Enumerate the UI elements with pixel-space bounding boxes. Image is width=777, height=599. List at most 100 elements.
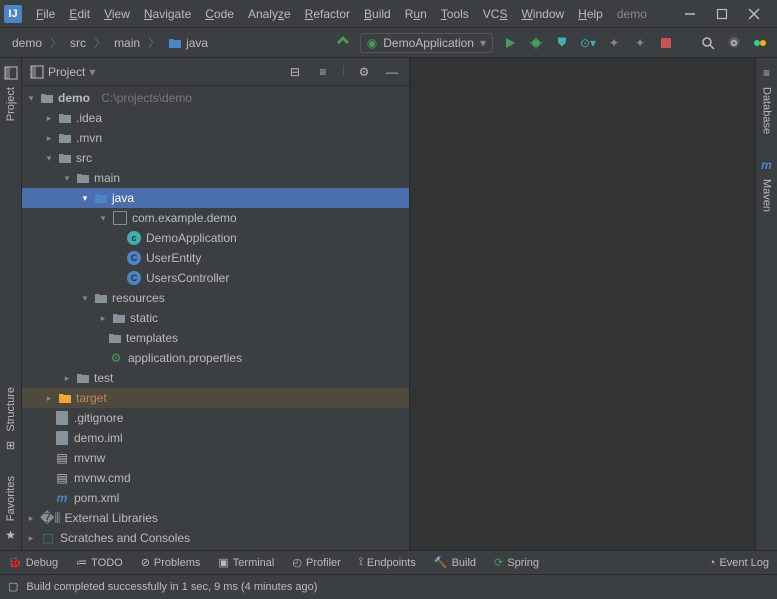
tab-problems[interactable]: ⊘Problems (141, 556, 201, 569)
ide-icon[interactable] (751, 34, 769, 52)
menu-build[interactable]: Build (358, 4, 397, 24)
tree-node[interactable]: CUserEntity (22, 248, 409, 268)
menu-analyze[interactable]: Analyze (242, 4, 297, 24)
endpoints-icon: ⟟ (359, 556, 363, 569)
editor-area (410, 58, 755, 550)
tree-node[interactable]: ▾com.example.demo (22, 208, 409, 228)
tree-node[interactable]: ▾resources (22, 288, 409, 308)
tree-node-scratches[interactable]: ▸⬚Scratches and Consoles (22, 528, 409, 548)
tree-node[interactable]: ▸.idea (22, 108, 409, 128)
structure-tab-icon: ⊞ (6, 439, 15, 452)
warning-icon: ⊘ (141, 556, 150, 569)
project-tab-icon (4, 66, 18, 80)
breadcrumb-item[interactable]: demo (8, 34, 46, 52)
tab-database[interactable]: Database (759, 83, 775, 138)
run-config-selector[interactable]: ◉ DemoApplication ▾ (360, 33, 493, 53)
tree-node[interactable]: ▸target (22, 388, 409, 408)
tree-node[interactable]: templates (22, 328, 409, 348)
tree-node[interactable]: ▸static (22, 308, 409, 328)
hide-icon[interactable]: — (383, 63, 401, 81)
tree-node[interactable]: .gitignore (22, 408, 409, 428)
panel-header: Project ▾ ⊟ ≡ | ⚙ — (22, 58, 409, 86)
run-anything-button[interactable]: ✦ (631, 34, 649, 52)
menu-vcs[interactable]: VCS (477, 4, 514, 24)
close-button[interactable] (747, 7, 761, 21)
search-button[interactable] (699, 34, 717, 52)
run-button[interactable] (501, 34, 519, 52)
tab-debug[interactable]: 🐞Debug (8, 556, 58, 569)
tree-node[interactable]: ▤mvnw (22, 448, 409, 468)
breadcrumb-item[interactable]: src (66, 34, 90, 52)
tab-todo[interactable]: ≔TODO (76, 556, 123, 569)
tab-spring[interactable]: ⟳Spring (494, 556, 539, 569)
menu-help[interactable]: Help (572, 4, 609, 24)
profiler-icon: ◴ (292, 556, 302, 569)
status-bar: ▢ Build completed successfully in 1 sec,… (0, 574, 777, 598)
menu-navigate[interactable]: Navigate (138, 4, 197, 24)
tree-node-libraries[interactable]: ▸�⦀External Libraries (22, 508, 409, 528)
tab-favorites[interactable]: Favorites (3, 472, 19, 525)
gear-icon[interactable]: ⚙ (355, 63, 373, 81)
tab-structure[interactable]: Structure (3, 383, 19, 436)
tab-maven[interactable]: Maven (759, 175, 775, 216)
panel-toolbar: ⊟ ≡ | ⚙ — (286, 63, 401, 81)
project-tool-window: Project ▾ ⊟ ≡ | ⚙ — ▾demo C:\projects\de… (22, 58, 410, 550)
profiler-button[interactable]: ⊙▾ (579, 34, 597, 52)
tree-node[interactable]: ▤mvnw.cmd (22, 468, 409, 488)
chevron-down-icon: ▾ (480, 36, 486, 50)
class-icon: C (126, 270, 142, 286)
breadcrumb-item[interactable]: java (164, 34, 212, 52)
project-tree[interactable]: ▾demo C:\projects\demo ▸.idea ▸.mvn ▾src… (22, 86, 409, 550)
class-icon: c (126, 230, 142, 246)
debug-button[interactable] (527, 34, 545, 52)
tab-event-log[interactable]: ◔Event Log (709, 557, 769, 569)
build-icon[interactable] (334, 34, 352, 52)
window-title: demo (611, 4, 653, 24)
title-bar: IJ File Edit View Navigate Code Analyze … (0, 0, 777, 28)
menu-run[interactable]: Run (399, 4, 433, 24)
tree-node[interactable]: ▸.mvn (22, 128, 409, 148)
properties-icon: ⚙ (108, 350, 124, 366)
hammer-icon: 🔨 (434, 556, 448, 569)
breadcrumb: demo 〉 src 〉 main 〉 java (8, 34, 212, 52)
menu-file[interactable]: File (30, 4, 61, 24)
expand-all-icon[interactable]: ≡ (314, 63, 332, 81)
toolbar-actions: ◉ DemoApplication ▾ ⛊ ⊙▾ ✦ ✦ (334, 33, 769, 53)
menu-window[interactable]: Window (515, 4, 570, 24)
tree-node[interactable]: cDemoApplication (22, 228, 409, 248)
maven-icon: m (54, 490, 70, 506)
tab-terminal[interactable]: ▣Terminal (218, 556, 274, 569)
tree-node[interactable]: ▾src (22, 148, 409, 168)
tab-build[interactable]: 🔨Build (434, 556, 476, 569)
breadcrumb-item[interactable]: main (110, 34, 144, 52)
settings-button[interactable] (725, 34, 743, 52)
menu-tools[interactable]: Tools (435, 4, 475, 24)
menu-refactor[interactable]: Refactor (299, 4, 356, 24)
tree-node[interactable]: demo.iml (22, 428, 409, 448)
bottom-tool-stripe: 🐞Debug ≔TODO ⊘Problems ▣Terminal ◴Profil… (0, 550, 777, 574)
tab-endpoints[interactable]: ⟟Endpoints (359, 556, 416, 569)
tree-node[interactable]: mpom.xml (22, 488, 409, 508)
menu-edit[interactable]: Edit (63, 4, 96, 24)
tab-project[interactable]: Project (3, 83, 19, 125)
tree-node[interactable]: ▸test (22, 368, 409, 388)
tree-node[interactable]: ▾main (22, 168, 409, 188)
run-config-label: DemoApplication (383, 36, 474, 50)
tab-profiler[interactable]: ◴Profiler (292, 556, 340, 569)
stop-button[interactable] (657, 34, 675, 52)
menu-code[interactable]: Code (199, 4, 240, 24)
panel-title[interactable]: Project ▾ (30, 65, 95, 79)
tree-node[interactable]: ⚙application.properties (22, 348, 409, 368)
window-controls (683, 7, 773, 21)
attach-button[interactable]: ✦ (605, 34, 623, 52)
tree-node[interactable]: CUsersController (22, 268, 409, 288)
menu-view[interactable]: View (98, 4, 136, 24)
coverage-button[interactable]: ⛊ (553, 34, 571, 52)
tree-node-root[interactable]: ▾demo C:\projects\demo (22, 88, 409, 108)
file-icon (54, 430, 70, 446)
tree-node-selected[interactable]: ▾java (22, 188, 409, 208)
maximize-button[interactable] (715, 7, 729, 21)
minimize-button[interactable] (683, 7, 697, 21)
status-icon[interactable]: ▢ (8, 580, 18, 593)
select-opened-icon[interactable]: ⊟ (286, 63, 304, 81)
